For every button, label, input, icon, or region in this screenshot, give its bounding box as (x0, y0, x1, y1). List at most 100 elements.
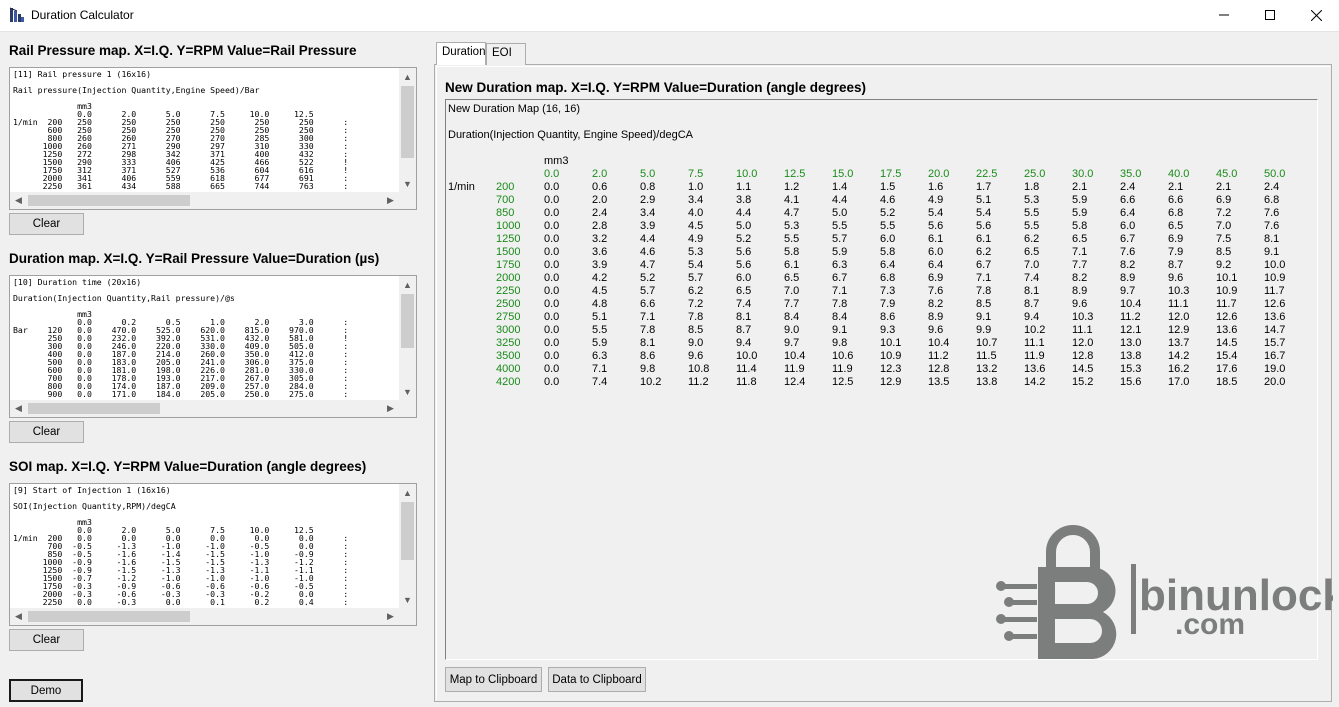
grid-cell[interactable]: 5.0 (736, 220, 751, 232)
grid-cell[interactable]: 5.5 (1024, 220, 1039, 232)
grid-cell[interactable]: 10.4 (1120, 298, 1141, 310)
rail-pressure-vscrollbar[interactable]: ▲ ▼ (399, 68, 416, 192)
grid-cell[interactable]: 7.8 (832, 298, 847, 310)
grid-cell[interactable]: 11.5 (976, 350, 997, 362)
grid-cell[interactable]: 8.7 (1024, 298, 1039, 310)
grid-cell[interactable]: 8.2 (928, 298, 943, 310)
grid-cell[interactable]: 9.8 (640, 363, 655, 375)
grid-cell[interactable]: 9.6 (928, 324, 943, 336)
scroll-thumb[interactable] (28, 611, 190, 622)
grid-cell[interactable]: 7.1 (640, 311, 655, 323)
grid-cell[interactable]: 5.5 (880, 220, 895, 232)
grid-cell[interactable]: 2.1 (1072, 181, 1087, 193)
scroll-up-icon[interactable]: ▲ (399, 68, 416, 85)
grid-cell[interactable]: 13.0 (1120, 337, 1141, 349)
grid-cell[interactable]: 6.7 (1120, 233, 1135, 245)
duration-textbox[interactable]: [10] Duration time (20x16) Duration(Inje… (9, 275, 417, 418)
grid-cell[interactable]: 9.3 (880, 324, 895, 336)
grid-cell[interactable]: 7.1 (592, 363, 607, 375)
scroll-right-icon[interactable]: ▶ (382, 400, 399, 417)
grid-cell[interactable]: 7.9 (880, 298, 895, 310)
grid-cell[interactable]: 2.4 (1264, 181, 1279, 193)
grid-cell[interactable]: 0.0 (544, 324, 559, 336)
grid-cell[interactable]: 0.0 (544, 311, 559, 323)
grid-cell[interactable]: 7.1 (1072, 246, 1087, 258)
grid-cell[interactable]: 4.6 (880, 194, 895, 206)
grid-cell[interactable]: 10.9 (1216, 285, 1237, 297)
grid-cell[interactable]: 2.8 (592, 220, 607, 232)
grid-cell[interactable]: 12.0 (1072, 337, 1093, 349)
grid-cell[interactable]: 6.0 (928, 246, 943, 258)
grid-cell[interactable]: 1.0 (688, 181, 703, 193)
grid-cell[interactable]: 6.9 (928, 272, 943, 284)
grid-cell[interactable]: 5.8 (1072, 220, 1087, 232)
scroll-up-icon[interactable]: ▲ (399, 484, 416, 501)
grid-cell[interactable]: 10.2 (640, 376, 661, 388)
grid-cell[interactable]: 0.8 (640, 181, 655, 193)
grid-cell[interactable]: 7.2 (1216, 207, 1231, 219)
grid-cell[interactable]: 5.2 (880, 207, 895, 219)
grid-cell[interactable]: 6.6 (1120, 194, 1135, 206)
grid-cell[interactable]: 1.6 (928, 181, 943, 193)
duration-clear-button[interactable]: Clear (9, 421, 84, 443)
grid-cell[interactable]: 7.6 (1120, 246, 1135, 258)
grid-cell[interactable]: 6.3 (592, 350, 607, 362)
grid-cell[interactable]: 7.0 (784, 285, 799, 297)
grid-cell[interactable]: 8.1 (1024, 285, 1039, 297)
grid-cell[interactable]: 5.7 (640, 285, 655, 297)
grid-cell[interactable]: 3.9 (592, 259, 607, 271)
grid-cell[interactable]: 5.3 (1024, 194, 1039, 206)
grid-cell[interactable]: 9.0 (688, 337, 703, 349)
grid-cell[interactable]: 16.7 (1264, 350, 1285, 362)
grid-cell[interactable]: 13.8 (976, 376, 997, 388)
rail-pressure-hscrollbar[interactable]: ◀ ▶ (10, 192, 399, 209)
grid-cell[interactable]: 6.4 (880, 259, 895, 271)
grid-cell[interactable]: 5.6 (736, 259, 751, 271)
grid-cell[interactable]: 8.1 (640, 337, 655, 349)
grid-cell[interactable]: 0.0 (544, 272, 559, 284)
grid-cell[interactable]: 3.6 (592, 246, 607, 258)
grid-cell[interactable]: 5.4 (688, 259, 703, 271)
grid-cell[interactable]: 5.7 (688, 272, 703, 284)
grid-cell[interactable]: 4.8 (592, 298, 607, 310)
grid-cell[interactable]: 2.4 (1120, 181, 1135, 193)
grid-cell[interactable]: 11.9 (784, 363, 805, 375)
grid-cell[interactable]: 0.0 (544, 363, 559, 375)
grid-cell[interactable]: 13.6 (1216, 324, 1237, 336)
grid-cell[interactable]: 6.8 (880, 272, 895, 284)
grid-cell[interactable]: 9.7 (784, 337, 799, 349)
grid-cell[interactable]: 3.9 (640, 220, 655, 232)
grid-cell[interactable]: 11.2 (688, 376, 709, 388)
grid-cell[interactable]: 10.1 (1216, 272, 1237, 284)
grid-cell[interactable]: 7.4 (592, 376, 607, 388)
grid-cell[interactable]: 5.5 (784, 233, 799, 245)
grid-cell[interactable]: 10.2 (1024, 324, 1045, 336)
grid-cell[interactable]: 10.4 (784, 350, 805, 362)
grid-cell[interactable]: 0.0 (544, 233, 559, 245)
grid-cell[interactable]: 5.7 (832, 233, 847, 245)
scroll-left-icon[interactable]: ◀ (10, 400, 27, 417)
grid-cell[interactable]: 0.6 (592, 181, 607, 193)
data-to-clipboard-button[interactable]: Data to Clipboard (548, 667, 646, 692)
grid-cell[interactable]: 6.0 (736, 272, 751, 284)
grid-cell[interactable]: 7.8 (688, 311, 703, 323)
grid-cell[interactable]: 10.0 (1264, 259, 1285, 271)
grid-cell[interactable]: 5.9 (832, 246, 847, 258)
map-to-clipboard-button[interactable]: Map to Clipboard (445, 667, 542, 692)
grid-cell[interactable]: 11.9 (1024, 350, 1045, 362)
grid-cell[interactable]: 9.9 (976, 324, 991, 336)
grid-cell[interactable]: 16.2 (1168, 363, 1189, 375)
grid-cell[interactable]: 10.9 (1264, 272, 1285, 284)
grid-cell[interactable]: 14.5 (1072, 363, 1093, 375)
grid-cell[interactable]: 6.2 (976, 246, 991, 258)
grid-cell[interactable]: 1.7 (976, 181, 991, 193)
grid-cell[interactable]: 8.4 (784, 311, 799, 323)
grid-cell[interactable]: 13.2 (976, 363, 997, 375)
grid-cell[interactable]: 7.6 (928, 285, 943, 297)
scroll-right-icon[interactable]: ▶ (382, 608, 399, 625)
duration-vscrollbar[interactable]: ▲ ▼ (399, 276, 416, 400)
grid-cell[interactable]: 0.0 (544, 376, 559, 388)
grid-cell[interactable]: 3.2 (592, 233, 607, 245)
grid-cell[interactable]: 2.9 (640, 194, 655, 206)
grid-cell[interactable]: 2.1 (1216, 181, 1231, 193)
